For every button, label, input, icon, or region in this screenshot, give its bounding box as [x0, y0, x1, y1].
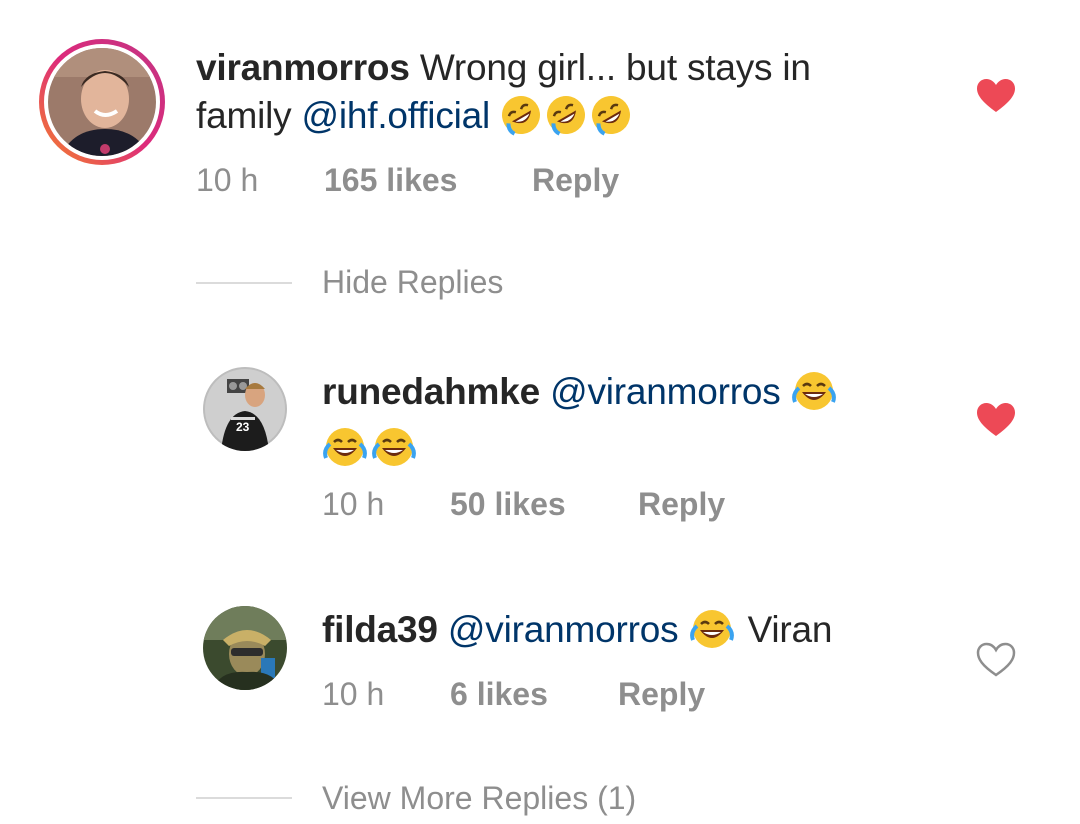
reply-text: runedahmke @viranmorros: [322, 368, 922, 480]
heart-filled-icon[interactable]: [976, 402, 1016, 438]
comment-viranmorros: viranmorros Wrong girl... but stays in f…: [0, 0, 1080, 240]
view-more-replies-button[interactable]: View More Replies (1): [322, 780, 636, 817]
comments-page: viranmorros Wrong girl... but stays in f…: [0, 0, 1080, 824]
timestamp: 10 h: [196, 162, 259, 198]
reply-filda39: filda39 @viranmorros Viran 10 h 6 likes Re…: [0, 590, 1080, 740]
comment-body-line2: family: [196, 95, 292, 136]
comment-body: Wrong girl... but stays in: [419, 47, 811, 88]
reply-username[interactable]: runedahmke: [322, 371, 540, 412]
reply-button[interactable]: Reply: [618, 676, 705, 712]
mention-link[interactable]: @viranmorros: [550, 371, 781, 412]
face-with-tears-of-joy-icon: [371, 426, 417, 480]
reply-meta: 10 h 6 likes Reply: [322, 676, 705, 713]
likes-count[interactable]: 165 likes: [324, 162, 532, 199]
face-with-tears-of-joy-icon: [689, 608, 735, 662]
mention-link[interactable]: @viranmorros: [448, 609, 679, 650]
reply-button[interactable]: Reply: [638, 486, 725, 522]
rolling-on-floor-laughing-icon: [500, 94, 542, 148]
avatar[interactable]: 23: [203, 367, 287, 451]
hide-replies-button[interactable]: Hide Replies: [322, 264, 503, 301]
divider: [196, 282, 292, 284]
face-with-tears-of-joy-icon: [322, 426, 368, 480]
heart-filled-icon[interactable]: [976, 78, 1016, 114]
comment-text: viranmorros Wrong girl... but stays in f…: [196, 44, 956, 148]
comment-username[interactable]: viranmorros: [196, 47, 410, 88]
likes-count[interactable]: 6 likes: [450, 676, 618, 713]
reply-body: Viran: [747, 609, 833, 650]
heart-outline-icon[interactable]: [976, 642, 1016, 678]
reply-button[interactable]: Reply: [532, 162, 619, 198]
timestamp: 10 h: [322, 486, 385, 522]
rolling-on-floor-laughing-icon: [545, 94, 587, 148]
divider: [196, 797, 292, 799]
likes-count[interactable]: 50 likes: [450, 486, 638, 523]
reply-username[interactable]: filda39: [322, 609, 438, 650]
comment-meta: 10 h 165 likes Reply: [196, 162, 619, 199]
mention-link[interactable]: @ihf.official: [302, 95, 491, 136]
timestamp: 10 h: [322, 676, 385, 712]
avatar[interactable]: [37, 37, 167, 167]
rolling-on-floor-laughing-icon: [590, 94, 632, 148]
reply-text: filda39 @viranmorros Viran: [322, 606, 962, 662]
svg-text:23: 23: [236, 420, 250, 434]
reply-meta: 10 h 50 likes Reply: [322, 486, 725, 523]
avatar[interactable]: [203, 606, 287, 690]
face-with-tears-of-joy-icon: [791, 370, 837, 424]
reply-runedahmke: 23 runedahmke @viranmorros 10 h 50 likes R…: [0, 340, 1080, 540]
